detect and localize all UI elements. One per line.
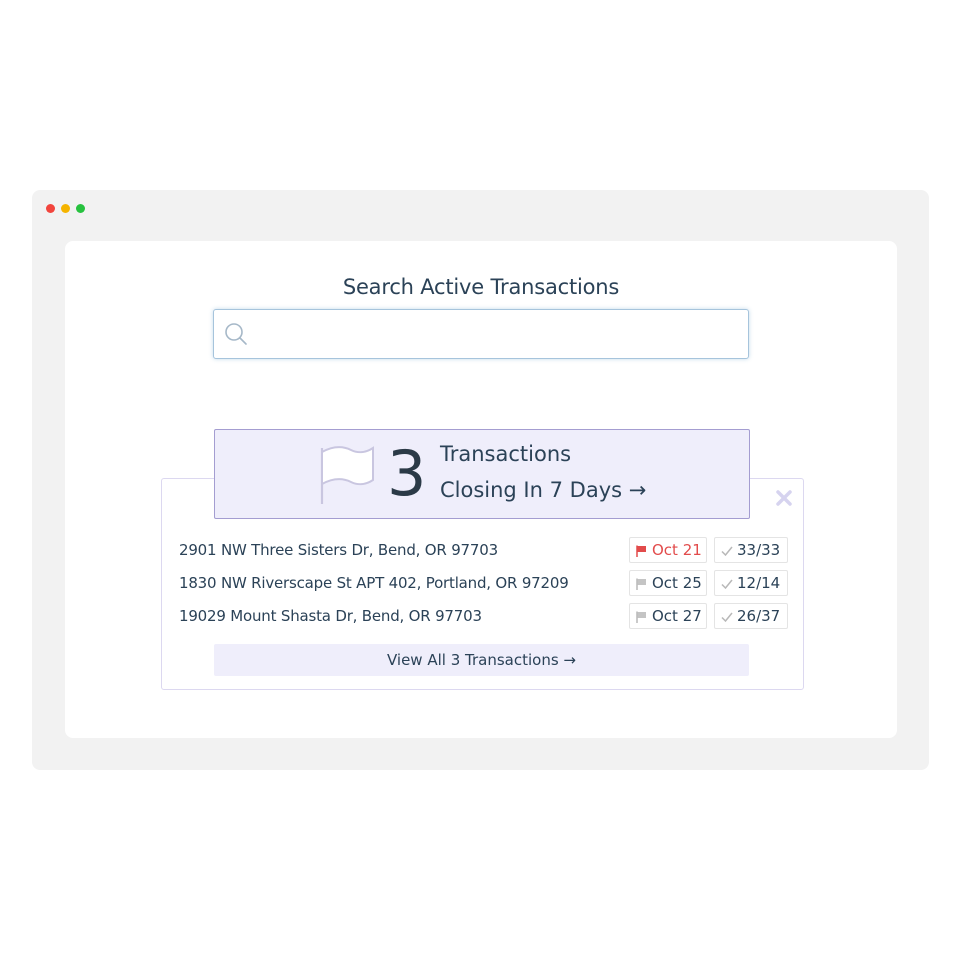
- transaction-address[interactable]: 19029 Mount Shasta Dr, Bend, OR 97703: [179, 607, 482, 625]
- summary-link[interactable]: Closing In 7 Days →: [440, 478, 646, 502]
- tasks-count: 33/33: [737, 541, 781, 559]
- closing-date-badge: Oct 27: [629, 603, 707, 629]
- check-icon: [721, 546, 733, 556]
- tasks-count: 26/37: [737, 607, 781, 625]
- closing-date: Oct 21: [652, 541, 702, 559]
- check-icon: [721, 612, 733, 622]
- closing-date-badge: Oct 21: [629, 537, 707, 563]
- close-icon[interactable]: [775, 489, 793, 507]
- search-title: Search Active Transactions: [342, 275, 620, 299]
- tasks-badge: 33/33: [714, 537, 788, 563]
- tasks-badge: 26/37: [714, 603, 788, 629]
- close-window-button[interactable]: [46, 204, 55, 213]
- closing-date: Oct 25: [652, 574, 702, 592]
- browser-window: Search Active Transactions 2901 NW Three…: [32, 190, 929, 770]
- flag-icon: [636, 545, 646, 557]
- view-all-transactions-button[interactable]: View All 3 Transactions →: [214, 644, 749, 676]
- search-input[interactable]: [258, 316, 742, 352]
- page-content: Search Active Transactions 2901 NW Three…: [65, 241, 897, 738]
- check-icon: [721, 579, 733, 589]
- transaction-count: 3: [387, 437, 427, 510]
- transaction-row: 19029 Mount Shasta Dr, Bend, OR 97703 Oc…: [179, 600, 790, 633]
- window-controls: [46, 204, 85, 213]
- closing-date: Oct 27: [652, 607, 702, 625]
- maximize-window-button[interactable]: [76, 204, 85, 213]
- tasks-count: 12/14: [737, 574, 781, 592]
- closing-summary-card[interactable]: 3 Transactions Closing In 7 Days →: [214, 429, 750, 519]
- tasks-badge: 12/14: [714, 570, 788, 596]
- summary-label: Transactions: [440, 442, 572, 466]
- transaction-row: 1830 NW Riverscape St APT 402, Portland,…: [179, 567, 790, 600]
- search-box[interactable]: [213, 309, 749, 359]
- transaction-list: 2901 NW Three Sisters Dr, Bend, OR 97703…: [179, 534, 790, 633]
- closing-date-badge: Oct 25: [629, 570, 707, 596]
- transaction-address[interactable]: 2901 NW Three Sisters Dr, Bend, OR 97703: [179, 541, 498, 559]
- transaction-address[interactable]: 1830 NW Riverscape St APT 402, Portland,…: [179, 574, 569, 592]
- flag-icon: [636, 611, 646, 623]
- search-icon: [225, 323, 247, 345]
- flag-icon: [320, 446, 374, 504]
- flag-icon: [636, 578, 646, 590]
- transaction-row: 2901 NW Three Sisters Dr, Bend, OR 97703…: [179, 534, 790, 567]
- minimize-window-button[interactable]: [61, 204, 70, 213]
